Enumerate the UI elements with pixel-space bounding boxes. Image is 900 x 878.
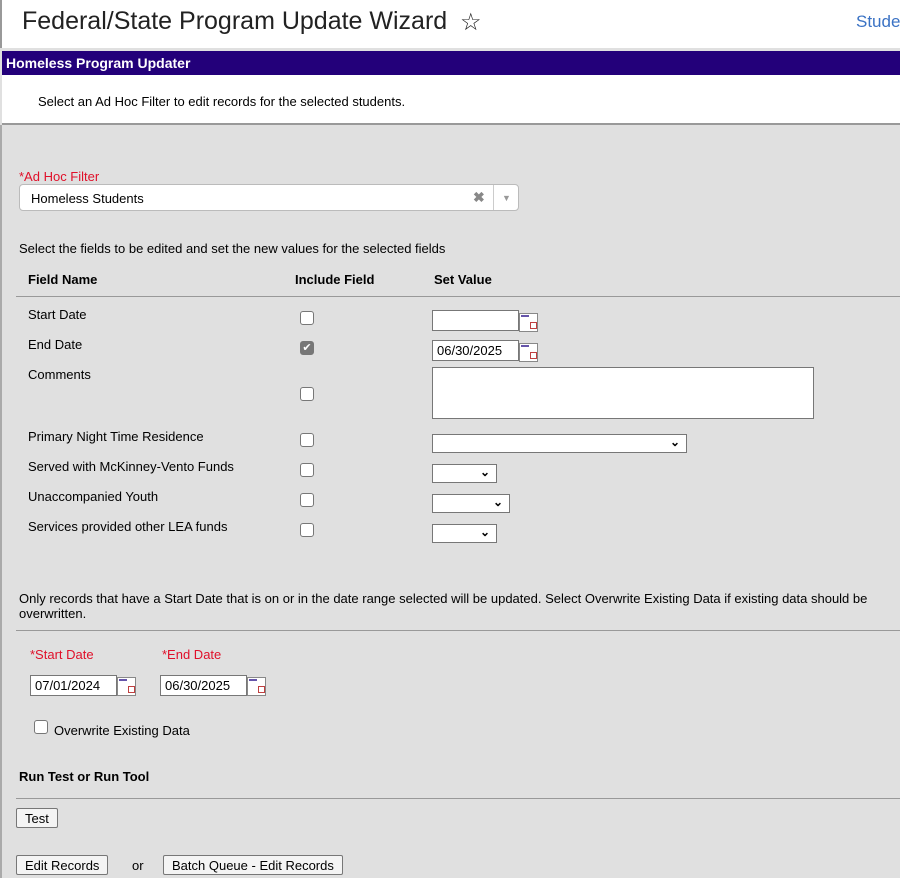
field-label: Start Date [28,307,87,322]
intro-box: Select an Ad Hoc Filter to edit records … [2,75,900,125]
page-title: Federal/State Program Update Wizard [22,7,448,35]
end-date-value-input[interactable]: 06/30/2025 [432,340,519,361]
header-link[interactable]: Stude [856,12,900,32]
clear-icon[interactable]: ✖ [473,189,485,206]
field-label: Primary Night Time Residence [28,429,204,444]
field-label: Comments [28,367,91,382]
range-end-date-input[interactable]: 06/30/2025 [160,675,247,696]
include-end-date-checkbox[interactable]: ✔ [300,341,314,355]
start-date-label: *Start Date [30,647,94,662]
ad-hoc-filter-value: Homeless Students [31,191,144,206]
edit-records-button[interactable]: Edit Records [16,855,109,875]
divider [16,630,900,631]
calendar-icon[interactable] [247,677,266,696]
star-icon[interactable]: ☆ [460,8,482,37]
col-field-name: Field Name [28,272,98,287]
divider [16,296,900,297]
field-label: Unaccompanied Youth [28,489,159,504]
range-note: Only records that have a Start Date that… [19,591,868,621]
ad-hoc-filter-label: *Ad Hoc Filter [19,169,100,184]
calendar-icon[interactable] [519,313,538,332]
chevron-down-icon: ⌄ [492,495,503,509]
divider [16,798,900,799]
unaccompanied-select[interactable]: ⌄ [432,494,510,513]
end-date-label: *End Date [162,647,222,662]
include-lea-funds-checkbox[interactable] [300,523,314,537]
overwrite-label: Overwrite Existing Data [54,723,190,738]
chevron-down-icon: ⌄ [479,465,490,479]
chevron-down-icon: ⌄ [669,435,680,449]
left-edge [0,125,2,878]
start-date-value-input[interactable] [432,310,519,331]
run-heading: Run Test or Run Tool [19,769,150,784]
calendar-icon[interactable] [117,677,136,696]
col-set-value: Set Value [434,272,492,287]
include-comments-checkbox[interactable] [300,387,314,401]
dropdown-arrow-icon[interactable]: ▼ [493,185,519,210]
mckinney-select[interactable]: ⌄ [432,464,497,483]
lea-funds-select[interactable]: ⌄ [432,524,497,543]
include-unaccompanied-checkbox[interactable] [300,493,314,507]
chevron-down-icon: ⌄ [479,525,490,539]
range-start-date-input[interactable]: 07/01/2024 [30,675,117,696]
overwrite-checkbox[interactable] [34,720,48,734]
field-label: Services provided other LEA funds [28,519,228,534]
field-label: End Date [28,337,83,352]
comments-textarea[interactable] [432,367,814,419]
field-label: Served with McKinney-Vento Funds [28,459,234,474]
ad-hoc-filter-select[interactable]: Homeless Students ✖ ▼ [19,184,519,211]
col-include-field: Include Field [295,272,375,287]
include-start-date-checkbox[interactable] [300,311,314,325]
intro-text: Select an Ad Hoc Filter to edit records … [38,94,406,109]
panel-title: Homeless Program Updater [2,51,900,75]
include-residence-checkbox[interactable] [300,433,314,447]
batch-queue-button[interactable]: Batch Queue - Edit Records [163,855,343,875]
include-mckinney-checkbox[interactable] [300,463,314,477]
fields-instruction: Select the fields to be edited and set t… [19,241,446,256]
test-button[interactable]: Test [16,808,58,828]
residence-select[interactable]: ⌄ [432,434,687,453]
or-text: or [132,858,144,873]
calendar-icon[interactable] [519,343,538,362]
